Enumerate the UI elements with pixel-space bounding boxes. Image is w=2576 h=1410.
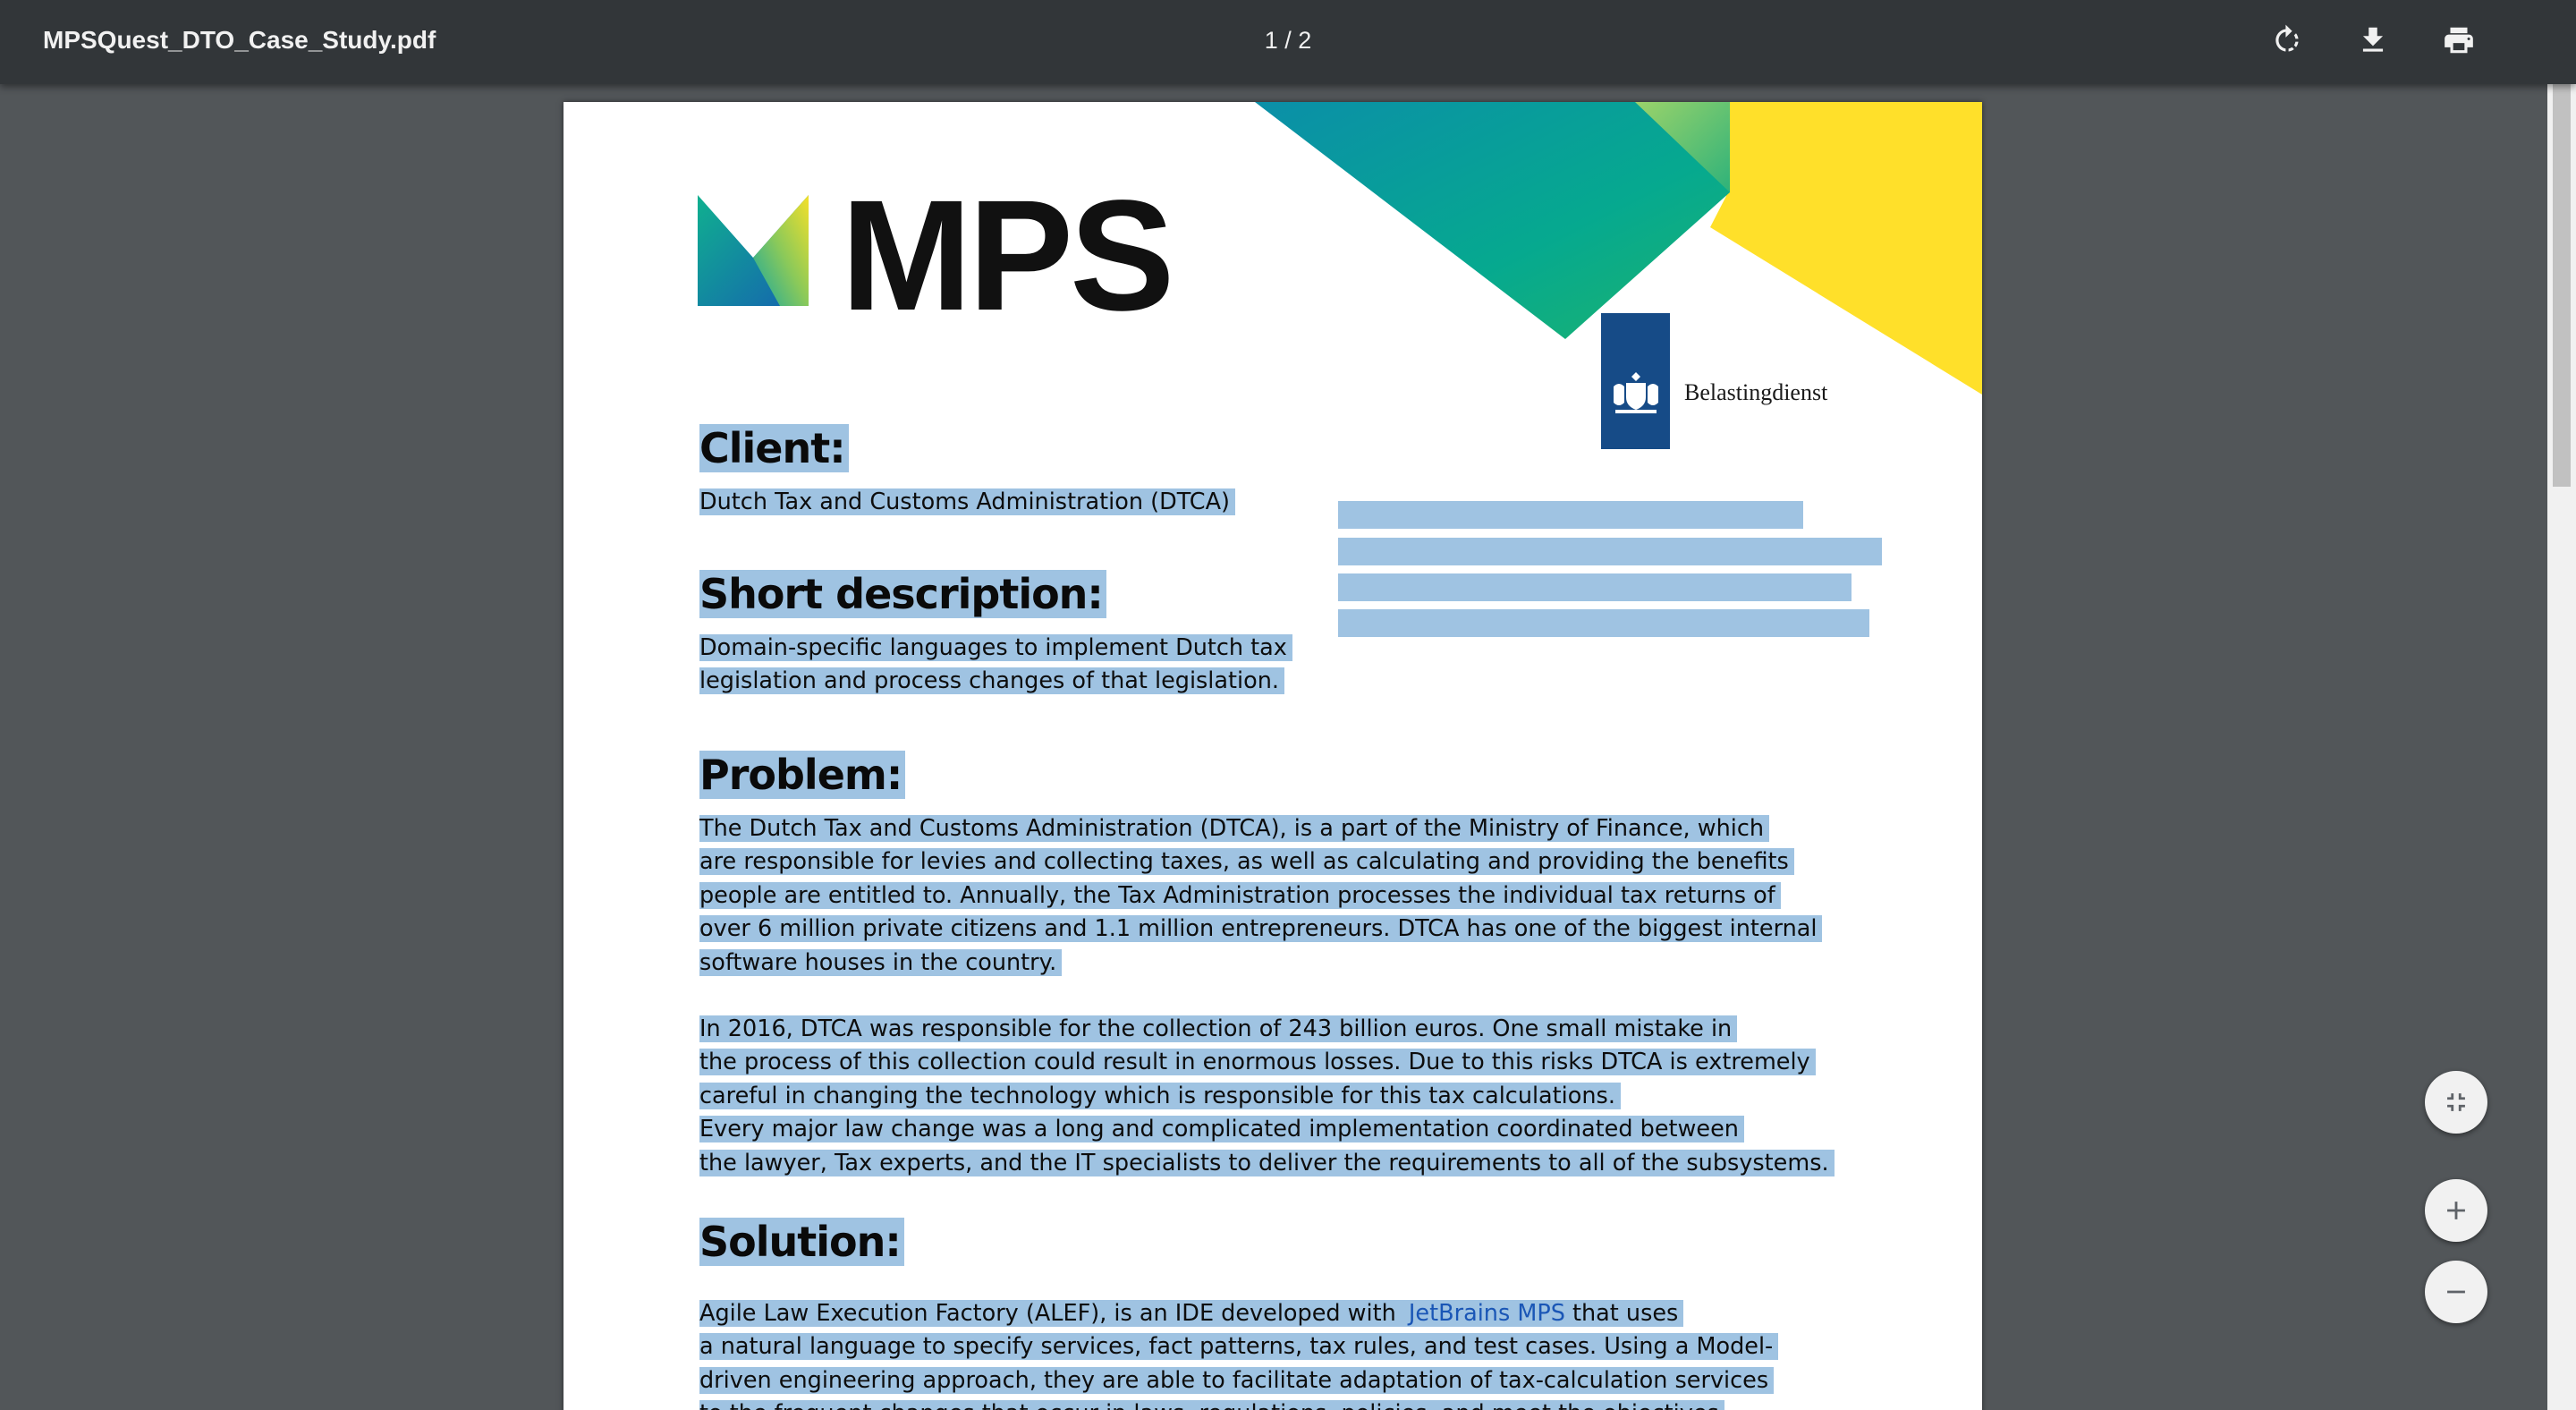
zoom-out-button[interactable] xyxy=(2425,1261,2487,1323)
selection-highlight xyxy=(1338,609,1869,637)
page-indicator: 1 / 2 xyxy=(1264,27,1312,54)
short-description-text: Domain-specific languages to implement D… xyxy=(699,632,1292,699)
selection-highlight xyxy=(1338,573,1852,601)
belastingdienst-emblem xyxy=(1601,313,1670,449)
print-button[interactable] xyxy=(2437,19,2480,62)
mps-wordmark: MPS xyxy=(841,168,1174,344)
coat-of-arms-icon xyxy=(1614,372,1658,413)
zoom-in-icon xyxy=(2447,1202,2465,1219)
short-description-heading: Short description: xyxy=(699,568,1119,620)
pdf-page[interactable]: MPS Belastingdienst Client: Dutch Tax an… xyxy=(564,102,1982,1410)
problem-paragraph-2: In 2016, DTCA was responsible for the co… xyxy=(699,1013,1835,1180)
client-heading: Client: xyxy=(699,422,861,474)
fit-to-page-button[interactable] xyxy=(2425,1071,2487,1134)
document-viewer[interactable]: MPS Belastingdienst Client: Dutch Tax an… xyxy=(0,84,2547,1410)
rotate-icon xyxy=(2275,24,2299,52)
zoom-in-button[interactable] xyxy=(2425,1179,2487,1242)
vertical-scrollbar[interactable] xyxy=(2547,84,2576,1410)
download-icon xyxy=(2362,27,2384,52)
solution-paragraph: Agile Law Execution Factory (ALEF), is a… xyxy=(699,1297,1779,1410)
fit-to-page-icon xyxy=(2447,1093,2465,1111)
rotate-button[interactable] xyxy=(2266,19,2309,62)
pdf-toolbar: MPSQuest_DTO_Case_Study.pdf 1 / 2 xyxy=(0,0,2576,84)
selection-highlight xyxy=(1338,501,1803,529)
download-button[interactable] xyxy=(2351,19,2394,62)
jetbrains-mps-link[interactable]: JetBrains MPS xyxy=(1408,1300,1565,1327)
problem-heading: Problem: xyxy=(699,749,918,801)
belastingdienst-name: Belastingdienst xyxy=(1684,379,1828,405)
problem-paragraph-1: The Dutch Tax and Customs Administration… xyxy=(699,812,1823,980)
selection-highlight xyxy=(1338,538,1882,565)
client-text: Dutch Tax and Customs Administration (DT… xyxy=(699,486,1235,519)
file-name: MPSQuest_DTO_Case_Study.pdf xyxy=(43,26,436,54)
zoom-out-icon xyxy=(2447,1290,2465,1294)
print-icon xyxy=(2445,27,2473,54)
solution-heading: Solution: xyxy=(699,1216,917,1268)
mps-logo-icon xyxy=(698,195,809,306)
scrollbar-thumb[interactable] xyxy=(2553,84,2571,487)
